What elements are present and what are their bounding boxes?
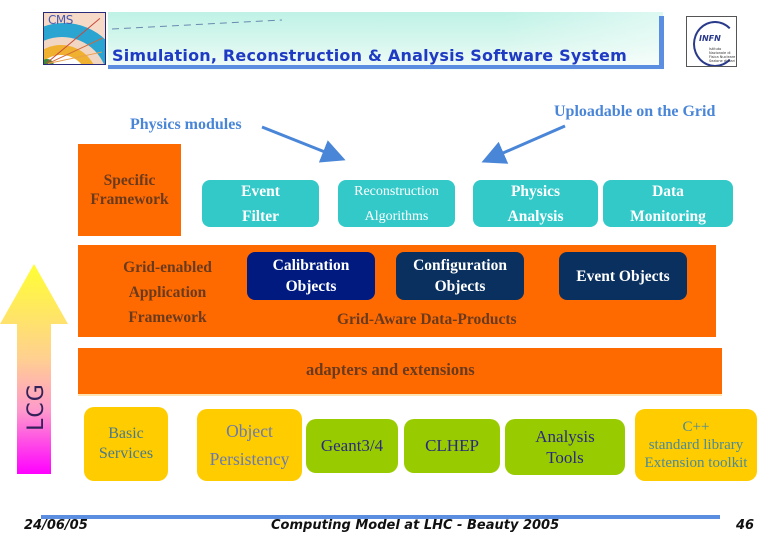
geant-box: Geant3/4 xyxy=(306,419,398,473)
box-line2: Persistency xyxy=(209,449,290,469)
object-line1: Calibration xyxy=(272,257,350,274)
framework-line2: Application xyxy=(128,284,207,301)
cms-logo-icon: CMS xyxy=(43,12,106,65)
specific-framework-box: Specific Framework xyxy=(78,144,181,236)
footer-title: Computing Model at LHC - Beauty 2005 xyxy=(271,518,560,533)
cms-logo-text: CMS xyxy=(48,13,73,27)
adapters-extensions-label: adapters and extensions xyxy=(306,360,475,379)
slide-title: Simulation, Reconstruction & Analysis So… xyxy=(112,46,627,65)
framework-line1: Grid-enabled xyxy=(123,259,212,276)
event-objects-box: Event Objects xyxy=(559,252,687,300)
module-line2: Filter xyxy=(241,207,279,225)
infn-logo-subtext: Istituto Nazionale di Fisica Nucleare Se… xyxy=(709,47,736,63)
object-persistency-box: Object Persistency xyxy=(197,409,302,481)
grid-aware-data-products-label: Grid-Aware Data-Products xyxy=(337,311,517,328)
infn-logo-text: INFN xyxy=(699,34,721,43)
reconstruction-algorithms-module: Reconstruction Algorithms xyxy=(338,180,455,227)
module-line2: Monitoring xyxy=(630,207,706,225)
physics-modules-label: Physics modules xyxy=(130,116,242,133)
object-line2: Objects xyxy=(285,278,337,295)
uploadable-arrow xyxy=(481,124,566,164)
physics-analysis-module: Physics Analysis xyxy=(473,180,598,227)
module-line2: Analysis xyxy=(507,207,564,225)
infn-logo-icon: INFN Istituto Nazionale di Fisica Nuclea… xyxy=(686,16,737,67)
box-line2: Tools xyxy=(546,448,584,467)
module-line1: Event xyxy=(241,182,280,200)
module-line1: Reconstruction xyxy=(354,183,439,199)
layer-divider xyxy=(78,394,722,396)
box-line1: Geant3/4 xyxy=(320,436,384,455)
box-line1: CLHEP xyxy=(425,436,479,455)
box-line1: Basic xyxy=(108,425,144,442)
event-filter-module: Event Filter xyxy=(202,180,319,227)
framework-line3: Framework xyxy=(128,309,207,326)
lcg-label: LCG xyxy=(24,383,49,431)
box-line1: C++ xyxy=(682,419,710,435)
title-vertical-bar xyxy=(659,16,664,69)
calibration-objects-box: Calibration Objects xyxy=(247,252,375,300)
configuration-objects-box: Configuration Objects xyxy=(396,252,524,300)
object-line2: Objects xyxy=(434,278,486,295)
title-underline xyxy=(108,65,661,69)
uploadable-on-grid-label: Uploadable on the Grid xyxy=(554,103,716,120)
physics-modules-arrow xyxy=(261,125,346,163)
box-line2: Services xyxy=(98,445,154,462)
page-number: 46 xyxy=(736,518,755,533)
box-line3: Extension toolkit xyxy=(644,455,748,471)
lcg-up-arrow-icon xyxy=(0,264,68,474)
object-line1: Configuration xyxy=(413,257,507,274)
box-line2: standard library xyxy=(648,437,744,453)
clhep-box: CLHEP xyxy=(404,419,500,473)
analysis-tools-box: Analysis Tools xyxy=(505,419,625,475)
box-line1: Analysis xyxy=(535,427,595,446)
dashed-trajectory-line xyxy=(112,19,282,30)
object-line1: Event Objects xyxy=(576,267,670,285)
box-line1: Object xyxy=(226,421,273,441)
module-line1: Data xyxy=(652,182,684,200)
cpp-extension-toolkit-box: C++ standard library Extension toolkit xyxy=(635,409,757,481)
module-line1: Physics xyxy=(510,182,561,200)
footer-date: 24/06/05 xyxy=(24,518,88,533)
module-line2: Algorithms xyxy=(364,208,429,224)
basic-services-box: Basic Services xyxy=(84,407,168,481)
grid-enabled-framework-label: Grid-enabled Application Framework xyxy=(100,255,235,330)
data-monitoring-module: Data Monitoring xyxy=(603,180,733,227)
